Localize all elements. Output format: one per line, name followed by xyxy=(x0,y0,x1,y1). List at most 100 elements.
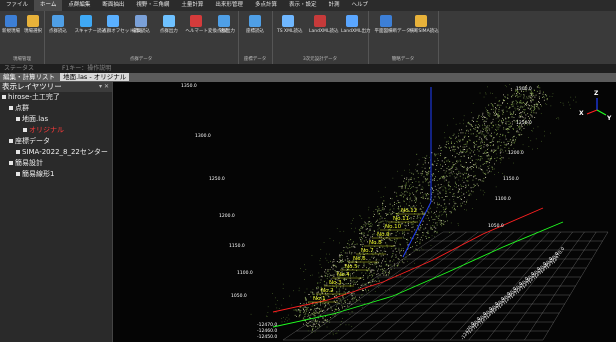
ribbon-button-label: スキャナー読込 xyxy=(74,29,107,34)
ribbon-button[interactable]: 点群オフセット読込 xyxy=(102,15,143,34)
ribbon-button[interactable]: TS XML読込 xyxy=(277,15,303,34)
layer-tree-item[interactable]: 点群 xyxy=(0,103,112,114)
tab-point-cloud[interactable]: 地面.las - オリジナル xyxy=(60,73,130,81)
menu-item-6[interactable]: 出来形管理 xyxy=(209,0,249,11)
ribbon-button-label: 点群オフセット読込 xyxy=(102,29,143,34)
station-label: No.4 xyxy=(337,272,350,278)
checkbox-icon[interactable] xyxy=(16,172,20,176)
3d-viewport[interactable]: 1350.0 1300.0 1250.0 1200.0 1150.0 1100.0 1050… xyxy=(113,82,616,342)
tab-calc-list[interactable]: 編集・計算リスト xyxy=(0,73,58,81)
ribbon-button[interactable]: LandXML読込 xyxy=(309,15,338,34)
layer-label: 簡易線形1 xyxy=(22,170,55,178)
axis-tick-label: 1300.0 xyxy=(195,133,211,139)
menu-item-8[interactable]: 表示・設定 xyxy=(283,0,323,11)
axis-tick-label: 1100.0 xyxy=(495,196,511,202)
ribbon-button-icon xyxy=(79,15,92,27)
station-label: No.8 xyxy=(369,240,382,246)
menu-item-3[interactable]: 断面抽出 xyxy=(96,0,130,11)
ribbon-button[interactable]: 現場選択 xyxy=(22,15,44,34)
station-label: No.1 xyxy=(313,296,326,302)
checkbox-icon[interactable] xyxy=(9,106,13,110)
status-bar: ステータス F1キー：操作説明 xyxy=(0,64,616,73)
ribbon-button[interactable]: 新規現場 xyxy=(0,15,22,34)
ribbon-button-label: 横断SIMA読込 xyxy=(409,29,439,34)
layer-label: オリジナル xyxy=(29,126,64,134)
menu-item-9[interactable]: 計測 xyxy=(322,0,345,11)
ribbon-button[interactable]: 座標読込 xyxy=(244,15,266,34)
ribbon: 新規現場 現場選択 現場管理 点群読込 スキャナー読込 点群オフセット読込 編集読込点群出力… xyxy=(0,11,616,65)
ribbon-button-icon xyxy=(249,15,261,27)
compass-x-label: X xyxy=(579,110,584,117)
ribbon-button[interactable]: 編集読込 xyxy=(130,15,152,34)
station-label: No.10 xyxy=(385,224,402,230)
ribbon-button[interactable]: 横断SIMA読込 xyxy=(409,15,439,34)
axis-tick-label: 1250.0 xyxy=(516,120,532,126)
status-text: ステータス xyxy=(4,65,35,72)
ribbon-group-0: 新規現場 現場選択 現場管理 xyxy=(0,11,45,64)
layer-label: 地面.las xyxy=(22,115,49,123)
ribbon-group-label: 点群データ xyxy=(129,57,153,62)
station-label: No.2 xyxy=(321,288,334,294)
layer-tree-item[interactable]: SIMA-2022_8_22センター xyxy=(0,147,112,158)
ribbon-group-label: 座標データ xyxy=(243,57,267,62)
ribbon-button[interactable]: LandXML出力 xyxy=(341,15,370,34)
layer-label: 簡易設計 xyxy=(15,159,43,167)
menu-item-7[interactable]: 多点計算 xyxy=(249,0,283,11)
layer-tree-item[interactable]: 簡易線形1 xyxy=(0,169,112,180)
layer-tree-item[interactable]: 地面.las xyxy=(0,114,112,125)
menu-item-5[interactable]: 土量計算 xyxy=(175,0,209,11)
station-label: No.3 xyxy=(329,280,342,286)
menu-bar: ファイル ホーム 点群編集 断面抽出 視野・三角網 土量計算 出来形管理 多点計算 表示・設定計… xyxy=(0,0,616,11)
ribbon-button[interactable]: 点群読込 xyxy=(47,15,69,34)
panel-title: 表示レイヤツリー xyxy=(2,82,62,91)
station-label: No.12 xyxy=(401,208,417,214)
ribbon-button-icon xyxy=(190,15,203,27)
ribbon-button-icon xyxy=(27,15,39,27)
layer-tree-item[interactable]: オリジナル xyxy=(0,125,112,136)
checkbox-icon[interactable] xyxy=(9,161,13,165)
axis-tick-label: 1150.0 xyxy=(503,176,519,182)
checkbox-icon[interactable] xyxy=(9,139,13,143)
ribbon-button-label: 平面図横断データ xyxy=(374,29,411,34)
layer-tree-item[interactable]: 座標データ xyxy=(0,136,112,147)
checkbox-icon[interactable] xyxy=(2,95,6,99)
layer-tree-item[interactable]: 簡易設計 xyxy=(0,158,112,169)
layer-label: hirose-土工完了 xyxy=(8,93,60,101)
axis-tick-label: 1200.0 xyxy=(219,213,235,219)
ribbon-button[interactable]: 透過 xyxy=(213,15,235,34)
ribbon-button-label: TS XML読込 xyxy=(277,29,303,34)
ribbon-button[interactable]: ヘルマート変換点群出力 xyxy=(185,15,235,34)
ribbon-group-3: TS XML読込 LandXML読込 LandXML出力 3次元設計データ xyxy=(272,11,370,64)
panel-controls[interactable]: ▾ ✕ xyxy=(99,82,109,92)
layer-tree-item[interactable]: hirose-土工完了 xyxy=(0,92,112,103)
point-cloud-view[interactable]: 1350.0 1300.0 1250.0 1200.0 1150.0 1100.0 1050… xyxy=(113,82,616,342)
ribbon-button[interactable]: スキャナー読込 xyxy=(74,15,107,34)
ribbon-button-label: 点群出力 xyxy=(159,29,178,34)
layer-tree: hirose-土工完了点群 地面.las オリジナル座標データ SIMA-2022_8… xyxy=(0,92,112,180)
ribbon-button[interactable]: 点群出力 xyxy=(158,15,180,34)
ribbon-button-label: 新規現場 xyxy=(2,29,20,34)
axis-tick-label: 1050.0 xyxy=(231,293,247,299)
ribbon-button-icon xyxy=(5,15,17,27)
ribbon-button-icon xyxy=(346,15,358,27)
checkbox-icon[interactable] xyxy=(16,117,20,121)
menu-item-2[interactable]: 点群編集 xyxy=(62,0,96,11)
menu-item-1[interactable]: ホーム xyxy=(34,0,63,11)
menu-item-0[interactable]: ファイル xyxy=(0,0,34,11)
axis-tick-label: 1300.0 xyxy=(516,86,532,92)
ribbon-button-label: 透過 xyxy=(219,29,229,34)
ribbon-button-label: ヘルマート変換点群出力 xyxy=(185,29,235,34)
ribbon-button[interactable]: 平面図横断データ xyxy=(374,15,411,34)
ribbon-button-icon xyxy=(107,15,120,27)
ribbon-button-icon xyxy=(51,15,64,27)
ribbon-group-4: 平面図横断データ 横断SIMA読込 簡略データ xyxy=(368,11,439,64)
layer-tree-panel: 表示レイヤツリー ▾ ✕ hirose-土工完了点群 地面.las オリジナル座標デ… xyxy=(0,82,113,342)
checkbox-icon[interactable] xyxy=(16,150,20,154)
menu-item-4[interactable]: 視野・三角網 xyxy=(130,0,175,11)
menu-item-10[interactable]: ヘルプ xyxy=(345,0,374,11)
layer-label: SIMA-2022_8_22センター xyxy=(22,148,108,156)
checkbox-icon[interactable] xyxy=(23,128,27,132)
axis-tick-label: -12470.0 xyxy=(257,322,277,328)
ribbon-button-icon xyxy=(414,15,427,27)
ribbon-button-icon xyxy=(314,15,326,27)
